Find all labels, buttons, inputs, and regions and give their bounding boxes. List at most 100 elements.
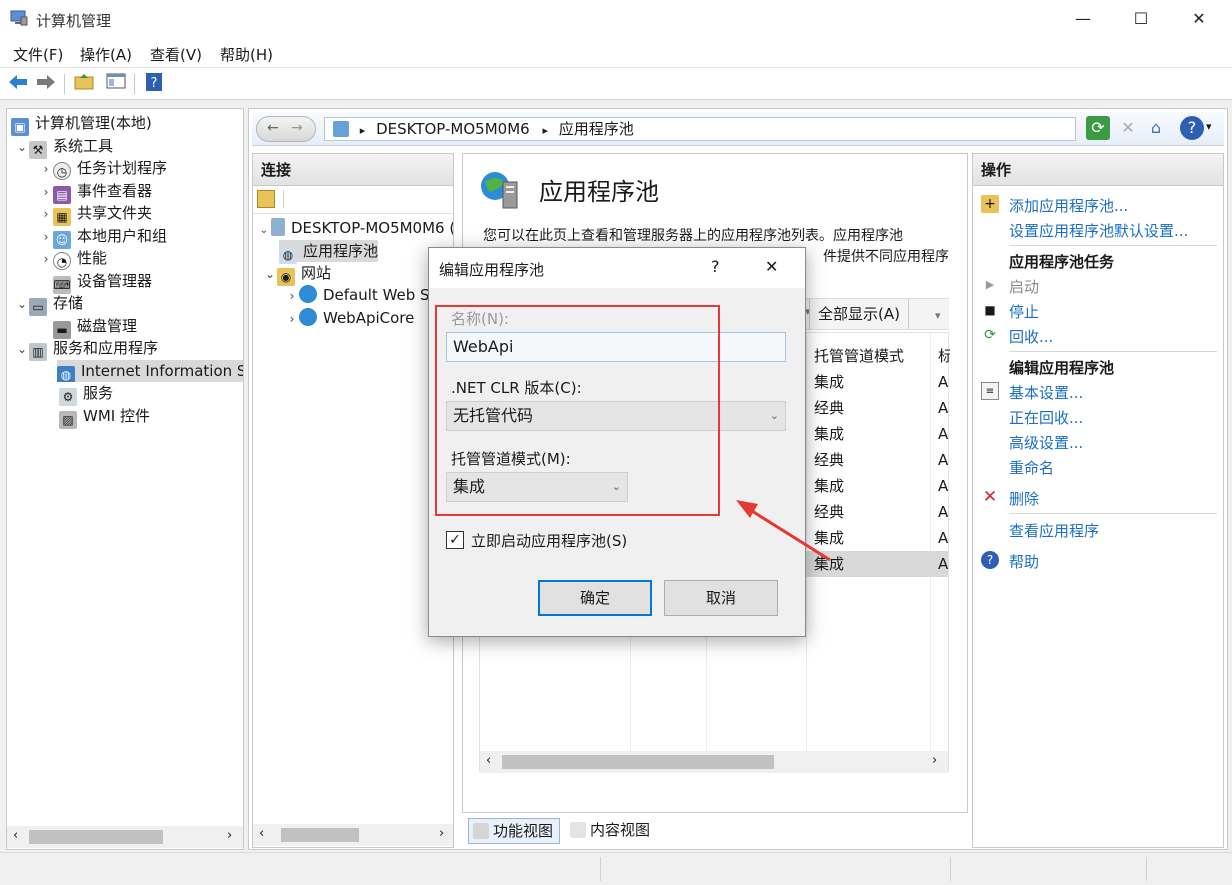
connections-horizontal-scrollbar[interactable]: ‹ › [253, 824, 453, 846]
chevron-down-icon[interactable]: ▾ [1206, 120, 1212, 133]
connect-icon[interactable] [257, 190, 275, 208]
tree-item-iis[interactable]: ◍ Internet Information Se [57, 360, 243, 382]
cell-pipeline[interactable]: 集成 [814, 421, 844, 447]
start-immediately-checkbox[interactable]: ✓ [446, 531, 464, 549]
conn-sites[interactable]: ⌄ ◉ 网站 [263, 262, 331, 286]
tree-item-wmi[interactable]: ▨ WMI 控件 [59, 405, 150, 429]
tree-item-system-tools[interactable]: ⌄ ⚒ 系统工具 [15, 135, 113, 159]
tree-item-services[interactable]: ⚙ 服务 [59, 382, 113, 406]
menu-view[interactable]: 查看(V) [150, 44, 202, 65]
column-header-pipeline[interactable]: 托管管道模式 [814, 343, 904, 369]
tree-item-root[interactable]: ▣ 计算机管理(本地) [11, 112, 152, 136]
collapse-icon[interactable]: ⌄ [257, 220, 271, 239]
forward-icon[interactable]: → [291, 120, 303, 136]
scroll-left-icon[interactable]: ‹ [259, 826, 264, 841]
scrollbar-thumb[interactable] [502, 755, 774, 769]
action-help[interactable]: 帮助 [1009, 551, 1039, 572]
column-header-identity[interactable]: 标 [938, 343, 950, 369]
tree-item-device-manager[interactable]: ⌨ 设备管理器 [53, 270, 152, 294]
back-icon[interactable]: ← [267, 120, 279, 136]
action-recycling[interactable]: 正在回收... [1009, 407, 1083, 428]
scroll-left-icon[interactable]: ‹ [486, 753, 491, 768]
collapse-icon[interactable]: ⌄ [15, 136, 29, 158]
action-add-pool[interactable]: 添加应用程序池... [1009, 195, 1128, 216]
show-hide-tree-icon[interactable] [104, 72, 128, 96]
ok-button[interactable]: 确定 [538, 580, 652, 616]
tree-item-shared-folders[interactable]: › ▦ 共享文件夹 [39, 202, 152, 226]
conn-site-webapicore[interactable]: › WebApiCore [285, 307, 414, 329]
cell-identity[interactable]: A [938, 369, 948, 395]
dialog-close-button[interactable]: ✕ [765, 257, 778, 276]
tree-item-disk-management[interactable]: ▬ 磁盘管理 [53, 315, 137, 339]
conn-server[interactable]: ⌄ DESKTOP-MO5M0M6 (D [257, 217, 453, 239]
start-immediately-label[interactable]: 立即启动应用程序池(S) [471, 530, 627, 551]
address-server[interactable]: DESKTOP-MO5M0M6 [376, 120, 530, 138]
help-icon[interactable]: ? [142, 72, 166, 96]
expand-icon[interactable]: › [285, 308, 299, 330]
tab-content-view[interactable]: 内容视图 [566, 818, 656, 844]
cell-identity[interactable]: A [938, 447, 948, 473]
address-box[interactable]: ▸ DESKTOP-MO5M0M6 ▸ 应用程序池 [324, 117, 1076, 141]
help-dropdown-icon[interactable]: ? [1180, 116, 1204, 140]
dialog-help-button[interactable]: ? [711, 257, 720, 276]
close-button[interactable]: ✕ [1176, 0, 1222, 38]
cell-identity[interactable]: A [938, 499, 948, 525]
cell-identity[interactable]: A [938, 473, 948, 499]
address-page[interactable]: 应用程序池 [559, 120, 634, 138]
cell-identity[interactable]: A [938, 395, 948, 421]
tree-item-performance[interactable]: › ◔ 性能 [39, 247, 107, 270]
cell-pipeline[interactable]: 集成 [814, 369, 844, 395]
scroll-right-icon[interactable]: › [932, 753, 937, 768]
action-recycle[interactable]: 回收... [1009, 326, 1053, 347]
tree-item-services-apps[interactable]: ⌄ ▥ 服务和应用程序 [15, 337, 158, 361]
menu-file[interactable]: 文件(F) [13, 44, 63, 65]
back-arrow-icon[interactable] [6, 72, 30, 96]
cancel-button[interactable]: 取消 [664, 580, 778, 616]
home-icon[interactable]: ⌂ [1144, 116, 1168, 140]
tree-item-event-viewer[interactable]: › ▤ 事件查看器 [39, 180, 152, 204]
tree-item-task-scheduler[interactable]: › ◷ 任务计划程序 [39, 157, 167, 180]
refresh-icon[interactable]: ⟳ [1086, 116, 1110, 140]
expand-icon[interactable]: › [39, 181, 53, 203]
conn-app-pools[interactable]: ◍ 应用程序池 [279, 240, 379, 264]
show-all-button[interactable]: 全部显示(A) [809, 299, 909, 329]
cell-pipeline[interactable]: 经典 [814, 395, 844, 421]
scroll-right-icon[interactable]: › [227, 828, 232, 843]
cell-identity[interactable]: A [938, 525, 948, 551]
stop-icon[interactable]: ✕ [1116, 116, 1140, 140]
scrollbar-thumb[interactable] [29, 830, 163, 844]
scrollbar-thumb[interactable] [281, 828, 359, 842]
collapse-icon[interactable]: ⌄ [15, 338, 29, 360]
chevron-down-icon[interactable]: ▾ [935, 309, 941, 322]
tree-item-local-users[interactable]: › ☺ 本地用户和组 [39, 225, 167, 249]
tab-features-view[interactable]: 功能视图 [468, 818, 561, 844]
action-stop[interactable]: 停止 [1009, 301, 1039, 322]
action-delete[interactable]: 删除 [1009, 488, 1039, 509]
action-advanced-settings[interactable]: 高级设置... [1009, 432, 1083, 453]
maximize-button[interactable]: ☐ [1118, 0, 1164, 38]
collapse-icon[interactable]: ⌄ [15, 293, 29, 315]
grid-horizontal-scrollbar[interactable]: ‹ › [480, 751, 948, 773]
expand-icon[interactable]: › [285, 285, 299, 306]
action-start[interactable]: 启动 [1009, 276, 1039, 297]
menu-help[interactable]: 帮助(H) [220, 44, 273, 65]
cell-identity[interactable]: A [938, 551, 948, 577]
expand-icon[interactable]: › [39, 248, 53, 270]
cell-pipeline[interactable]: 经典 [814, 447, 844, 473]
forward-arrow-icon[interactable] [34, 72, 58, 96]
collapse-icon[interactable]: ⌄ [263, 263, 277, 285]
action-basic-settings[interactable]: 基本设置... [1009, 382, 1083, 403]
menu-action[interactable]: 操作(A) [80, 44, 132, 65]
minimize-button[interactable]: — [1060, 0, 1106, 38]
up-folder-icon[interactable] [72, 72, 96, 96]
scroll-left-icon[interactable]: ‹ [13, 828, 18, 843]
nav-back-forward-button[interactable]: ← → [256, 116, 316, 142]
action-rename[interactable]: 重命名 [1009, 457, 1054, 478]
tree-item-storage[interactable]: ⌄ ▭ 存储 [15, 292, 83, 316]
expand-icon[interactable]: › [39, 226, 53, 248]
expand-icon[interactable]: › [39, 158, 53, 180]
cell-identity[interactable]: A [938, 421, 948, 447]
action-set-defaults[interactable]: 设置应用程序池默认设置... [1009, 220, 1188, 241]
expand-icon[interactable]: › [39, 203, 53, 225]
tree-horizontal-scrollbar[interactable]: ‹ › [7, 826, 243, 848]
